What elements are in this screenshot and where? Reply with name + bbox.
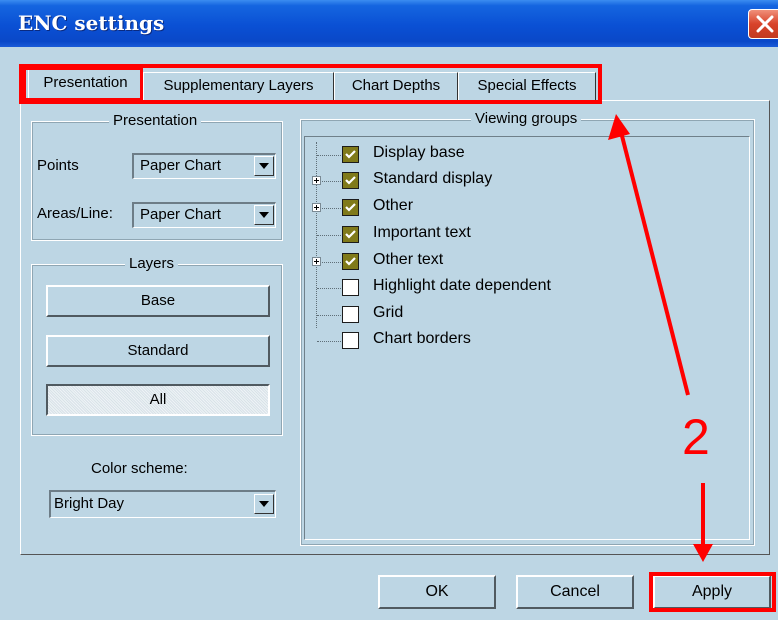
- areas-line-label: Areas/Line:: [37, 205, 113, 222]
- dropdown-button[interactable]: [254, 494, 274, 514]
- checkmark-icon: [345, 176, 356, 185]
- layer-standard-button[interactable]: Standard: [46, 335, 270, 367]
- button-label: Apply: [691, 583, 733, 600]
- plus-icon: [314, 259, 319, 264]
- button-label: All: [149, 391, 167, 408]
- tree-item-highlight-date-dependent[interactable]: Highlight date dependent: [304, 275, 604, 301]
- tab-special-effects[interactable]: Special Effects: [458, 72, 596, 100]
- tab-supplementary-layers[interactable]: Supplementary Layers: [143, 72, 334, 100]
- tree-item-chart-borders[interactable]: Chart borders: [304, 328, 604, 354]
- button-label: Cancel: [550, 583, 600, 600]
- tree-item-label: Other: [373, 197, 414, 214]
- checkbox-important-text[interactable]: [342, 226, 359, 243]
- expand-button[interactable]: [312, 203, 321, 212]
- checkmark-icon: [345, 230, 356, 239]
- step-number-annotation: 2: [682, 409, 710, 465]
- tree-connector: [317, 235, 341, 236]
- tab-label: Supplementary Layers: [163, 77, 314, 94]
- tree-connector: [317, 341, 341, 342]
- tree-item-label: Other text: [373, 251, 444, 268]
- points-select[interactable]: Paper Chart: [132, 153, 276, 179]
- checkbox-chart-borders[interactable]: [342, 332, 359, 349]
- presentation-group-title: Presentation: [109, 112, 202, 129]
- layers-group-title: Layers: [125, 255, 179, 272]
- tab-label: Presentation: [43, 74, 128, 91]
- plus-icon: [314, 205, 319, 210]
- tree-item-label: Standard display: [373, 170, 493, 187]
- points-label: Points: [37, 157, 79, 174]
- checkbox-highlight-date-dependent[interactable]: [342, 279, 359, 296]
- checkmark-icon: [345, 203, 356, 212]
- tab-presentation[interactable]: Presentation: [28, 67, 143, 103]
- expand-button[interactable]: [312, 176, 321, 185]
- tab-chart-depths[interactable]: Chart Depths: [334, 72, 458, 100]
- chevron-down-icon: [259, 212, 269, 218]
- color-scheme-label: Color scheme:: [91, 460, 188, 477]
- tree-connector: [317, 288, 341, 289]
- areas-line-value: Paper Chart: [140, 206, 221, 223]
- areas-line-select[interactable]: Paper Chart: [132, 202, 276, 228]
- checkbox-other[interactable]: [342, 199, 359, 216]
- cancel-button[interactable]: Cancel: [516, 575, 634, 609]
- dropdown-button[interactable]: [254, 205, 274, 225]
- color-scheme-value: Bright Day: [54, 495, 125, 512]
- tree-item-label: Grid: [373, 304, 404, 321]
- checkbox-grid[interactable]: [342, 306, 359, 323]
- tree-connector: [317, 315, 341, 316]
- close-button[interactable]: [748, 9, 778, 39]
- tree-item-other-text[interactable]: Other text: [304, 249, 604, 275]
- tree-item-label: Important text: [373, 224, 471, 241]
- checkbox-display-base[interactable]: [342, 146, 359, 163]
- tree-item-standard-display[interactable]: Standard display: [304, 168, 604, 194]
- points-value: Paper Chart: [140, 157, 221, 174]
- tab-label: Chart Depths: [351, 77, 441, 94]
- tree-item-label: Highlight date dependent: [373, 277, 551, 294]
- tree-item-label: Display base: [373, 144, 465, 161]
- tree-item-other[interactable]: Other: [304, 195, 604, 221]
- tree-item-label: Chart borders: [373, 330, 471, 347]
- ok-button[interactable]: OK: [378, 575, 496, 609]
- presentation-group: Presentation Points Paper Chart Areas/Li…: [31, 112, 283, 241]
- tree-item-display-base[interactable]: Display base: [304, 142, 604, 168]
- title-bar[interactable]: ENC settings: [0, 0, 778, 47]
- button-label: Standard: [127, 342, 189, 359]
- expand-button[interactable]: [312, 257, 321, 266]
- chevron-down-icon: [259, 501, 269, 507]
- layers-group: Layers Base Standard All: [31, 255, 283, 436]
- close-icon: [756, 15, 774, 33]
- button-label: Base: [140, 292, 176, 309]
- checkbox-standard-display[interactable]: [342, 172, 359, 189]
- checkmark-icon: [345, 150, 356, 159]
- layer-all-button[interactable]: All: [46, 384, 270, 416]
- viewing-groups-title: Viewing groups: [471, 110, 582, 127]
- dropdown-button[interactable]: [254, 156, 274, 176]
- button-label: OK: [425, 583, 449, 600]
- window-title: ENC settings: [18, 11, 165, 35]
- chevron-down-icon: [259, 163, 269, 169]
- enc-settings-dialog: ENC settings Presentation Supplementary …: [0, 0, 778, 620]
- plus-icon: [314, 178, 319, 183]
- tree-item-grid[interactable]: Grid: [304, 302, 604, 328]
- layer-base-button[interactable]: Base: [46, 285, 270, 317]
- tree-connector: [317, 155, 341, 156]
- viewing-groups-tree: Display base Standard display Other Impo…: [304, 130, 774, 545]
- apply-button[interactable]: Apply: [653, 575, 771, 609]
- color-scheme-select[interactable]: Bright Day: [49, 490, 276, 518]
- checkmark-icon: [345, 257, 356, 266]
- checkbox-other-text[interactable]: [342, 253, 359, 270]
- tab-label: Special Effects: [477, 77, 577, 94]
- tree-item-important-text[interactable]: Important text: [304, 222, 604, 248]
